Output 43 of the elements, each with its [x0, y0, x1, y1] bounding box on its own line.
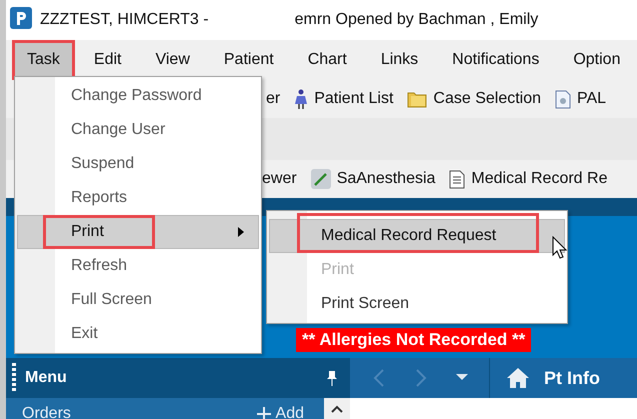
allergy-alert: ** Allergies Not Recorded **: [296, 328, 532, 352]
add-button[interactable]: Add: [256, 404, 304, 419]
section-label: Orders: [22, 404, 71, 419]
window-subtitle: emrn Opened by Bachman , Emily: [294, 11, 538, 29]
side-panel-title: Menu: [25, 369, 67, 387]
menu-item[interactable]: Exit: [17, 317, 259, 351]
menu-item[interactable]: Print: [17, 215, 259, 249]
pin-icon[interactable]: [326, 370, 338, 386]
toolbar-button[interactable]: Patient List: [294, 89, 394, 109]
dropdown-icon[interactable]: [456, 374, 468, 382]
toolbar-button[interactable]: PAL: [555, 90, 606, 108]
plus-icon: [256, 406, 272, 419]
person-icon: [294, 89, 308, 109]
menu-item[interactable]: Full Screen: [17, 283, 259, 317]
window-title: ZZZTEST, HIMCERT3 -: [40, 11, 209, 29]
menu-item[interactable]: Refresh: [17, 249, 259, 283]
syringe-icon: [310, 169, 331, 189]
toolbar-button[interactable]: er: [266, 90, 280, 108]
menu-bar-item[interactable]: Links: [366, 40, 434, 80]
menu-item[interactable]: Medical Record Request: [269, 219, 565, 253]
menu-bar-item[interactable]: Task: [12, 40, 75, 80]
menu-item[interactable]: Change Password: [17, 79, 259, 113]
menu-bar-item[interactable]: Edit: [78, 40, 136, 80]
menu-item[interactable]: Reports: [17, 181, 259, 215]
scroll-up-button[interactable]: [324, 398, 350, 419]
menu-bar-item[interactable]: Chart: [292, 40, 362, 80]
menu-bar-item[interactable]: Notifications: [437, 40, 554, 80]
page-title: Pt Info: [544, 368, 600, 388]
toolbar-button[interactable]: ewer: [262, 170, 297, 188]
menu-item[interactable]: Change User: [17, 113, 259, 147]
menu-bar-item[interactable]: Patient: [208, 40, 289, 80]
menu-bar-item[interactable]: View: [140, 40, 205, 80]
toolbar-button[interactable]: Case Selection: [407, 90, 542, 108]
menu-item[interactable]: Print Screen: [269, 287, 565, 321]
menu-bar-item[interactable]: Option: [558, 40, 636, 80]
toolbar-button[interactable]: SaAnesthesia: [310, 169, 436, 189]
grip-icon: [12, 363, 17, 393]
submenu-arrow-icon: [238, 227, 244, 237]
menu-item[interactable]: Suspend: [17, 147, 259, 181]
folder-icon: [407, 90, 428, 108]
chevron-up-icon: [330, 404, 344, 414]
toolbar-button[interactable]: Medical Record Re: [449, 170, 608, 188]
home-icon[interactable]: [506, 367, 530, 389]
